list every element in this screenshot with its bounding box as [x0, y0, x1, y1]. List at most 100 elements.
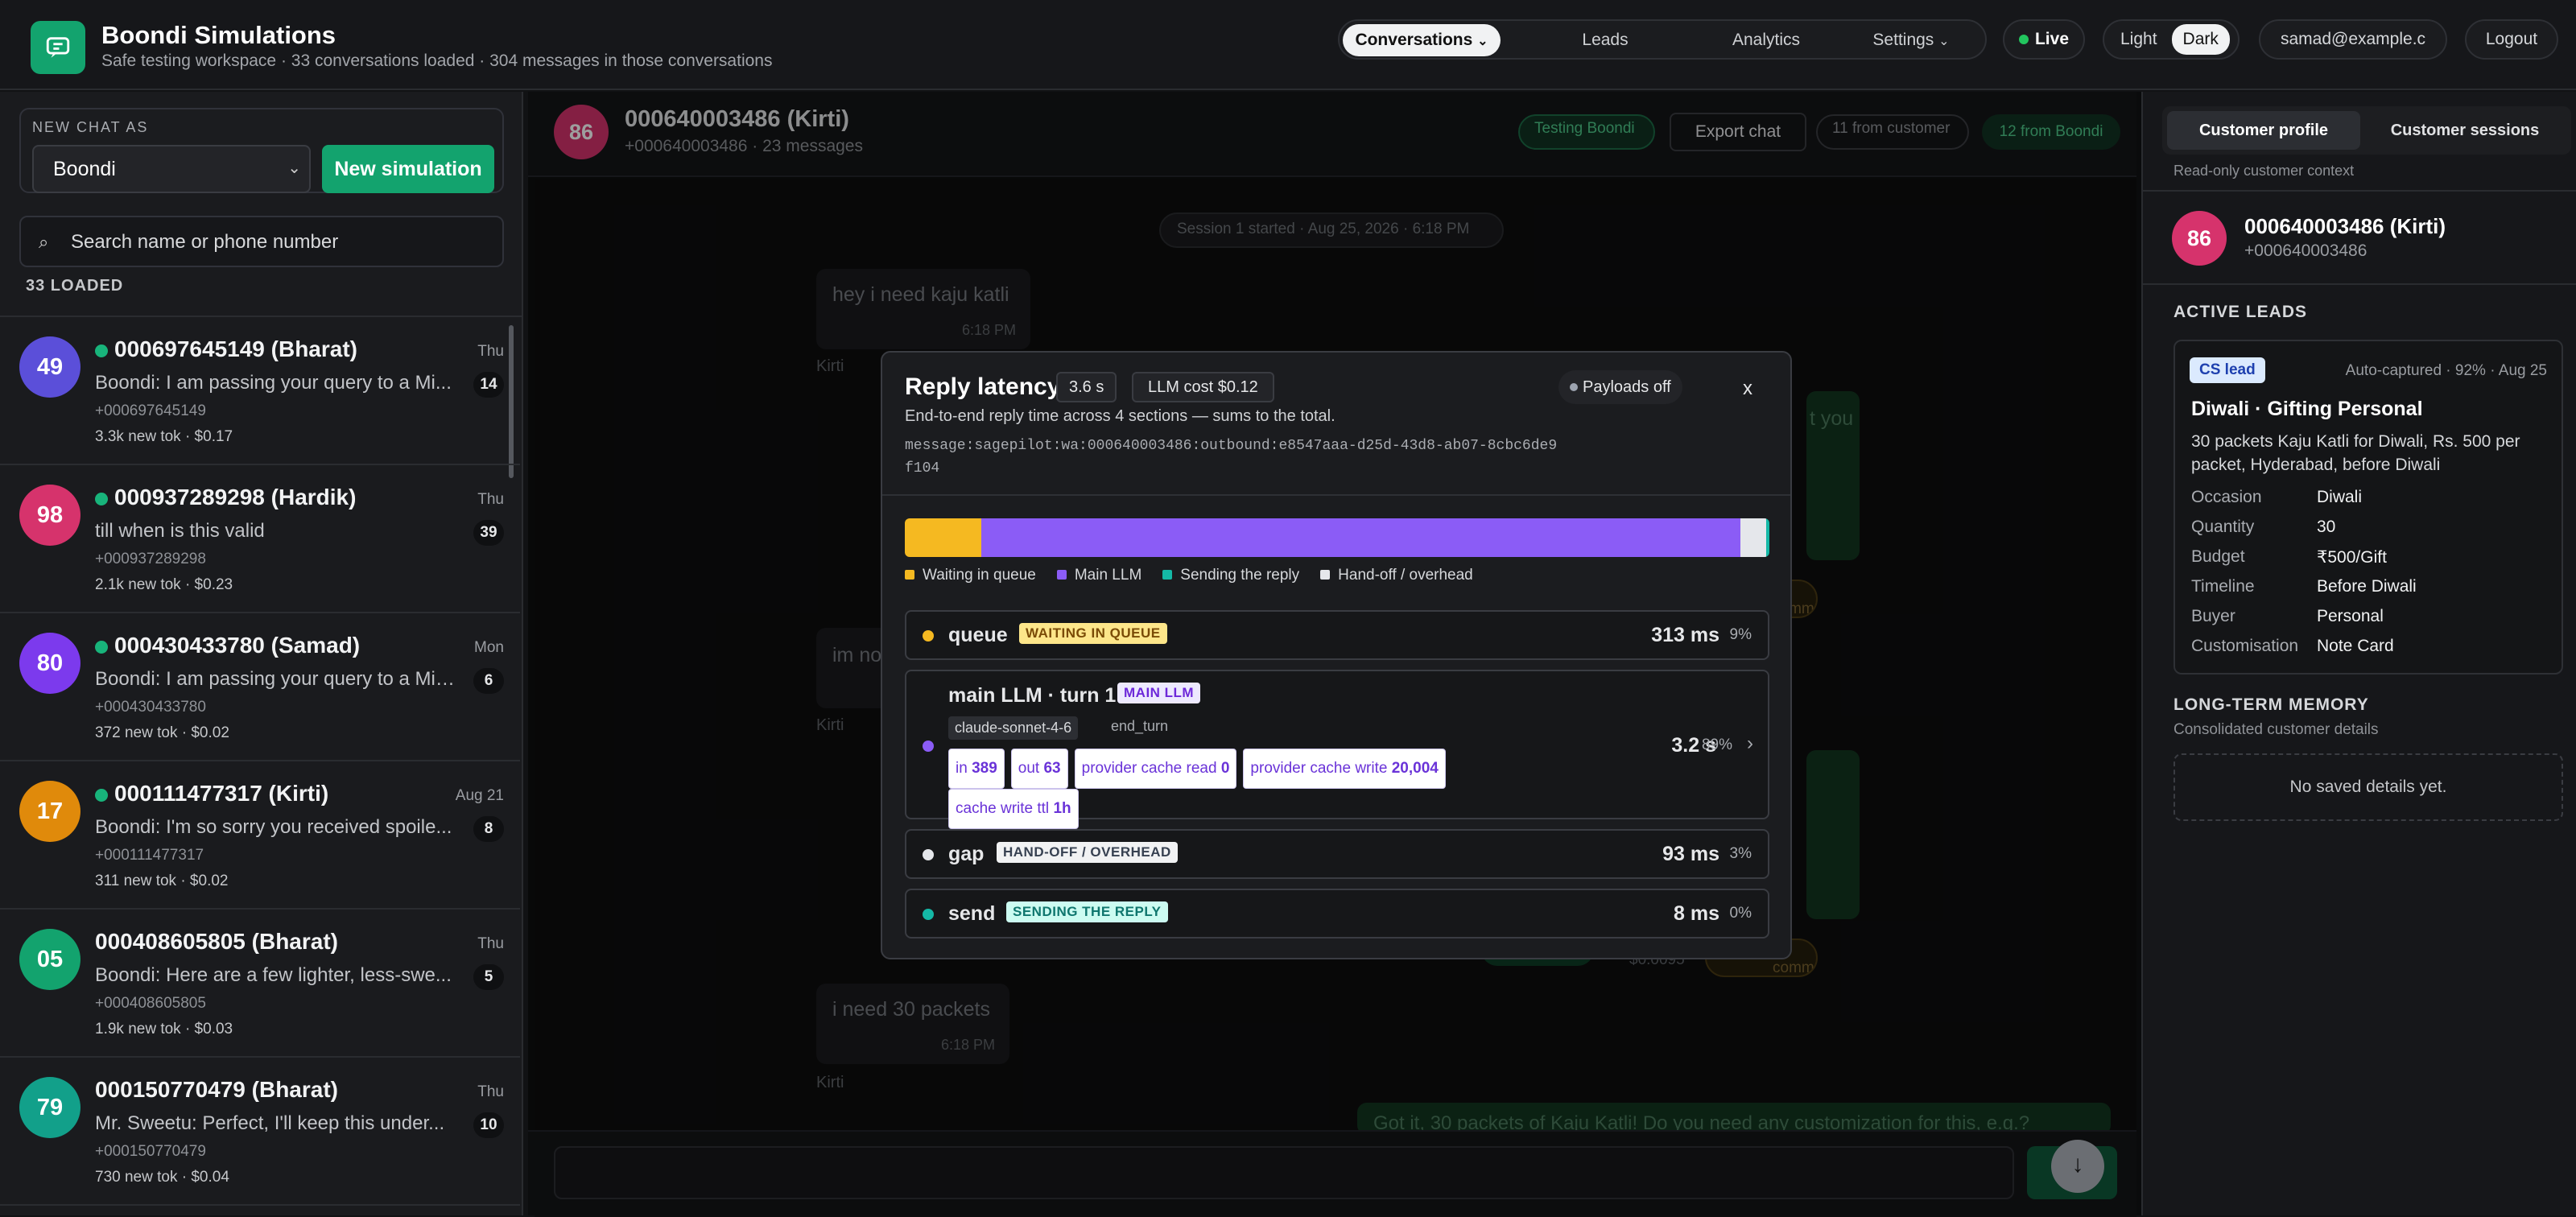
- payloads-label: Payloads off: [1583, 378, 1671, 396]
- row-tag: WAITING IN QUEUE: [1019, 623, 1167, 644]
- conversation-item[interactable]: 49 000697645149 (Bharat) Thu Boondi: I am p…: [0, 317, 520, 465]
- conversation-phone: +000697645149: [95, 402, 206, 419]
- scroll-down-button[interactable]: ↓: [2051, 1140, 2104, 1193]
- legend-label: Waiting in queue: [923, 567, 1036, 584]
- latency-row-main-llm[interactable]: main LLM · turn 1 MAIN LLM claude-sonnet…: [905, 670, 1769, 829]
- send-dot-icon: [923, 909, 934, 920]
- tab-label: Conversations: [1355, 31, 1473, 49]
- search-input[interactable]: Search name or phone number: [71, 231, 338, 254]
- search-box[interactable]: ⌕ Search name or phone number: [19, 216, 504, 267]
- online-dot-icon: [95, 493, 108, 505]
- payloads-toggle[interactable]: Payloads off: [1558, 370, 1682, 404]
- conversation-item[interactable]: 05 000408605805 (Bharat) Thu Boondi: Here a…: [0, 910, 520, 1058]
- chip-label: provider cache write: [1250, 760, 1388, 777]
- conversation-name: 000937289298 (Hardik): [114, 485, 357, 509]
- token-chip: in 389: [948, 749, 1005, 789]
- tab-settings[interactable]: Settings ⌄: [1847, 24, 1975, 56]
- conversation-preview: Boondi: I'm so sorry you received spoile…: [95, 816, 452, 838]
- customer-panel: Customer profile Customer sessions Read-…: [2141, 92, 2576, 1215]
- conversation-phone: +000937289298: [95, 551, 206, 567]
- conversation-preview: Boondi: Here are a few lighter, less-swe…: [95, 964, 452, 986]
- legend-label: Hand-off / overhead: [1338, 567, 1473, 584]
- theme-dark-option[interactable]: Dark: [2171, 24, 2230, 55]
- avatar: 98: [19, 485, 80, 546]
- model-name: claude-sonnet-4-6: [948, 716, 1079, 740]
- tab-customer-sessions[interactable]: Customer sessions: [2368, 111, 2562, 150]
- gap-dot-icon: [923, 849, 934, 860]
- row-percent: 89%: [1701, 736, 1732, 753]
- chevron-down-icon: ⌄: [1938, 35, 1950, 48]
- legend-label: Main LLM: [1074, 567, 1142, 584]
- chevron-right-icon[interactable]: ›: [1747, 732, 1753, 755]
- conversation-item[interactable]: 80 000430433780 (Samad) Mon Boondi: I am pa…: [0, 613, 520, 761]
- lead-title: Diwali · Gifting Personal: [2191, 398, 2423, 420]
- latency-segment: [1740, 518, 1766, 557]
- token-cost: 3.3k new tok · $0.17: [95, 428, 233, 445]
- token-cost: 372 new tok · $0.02: [95, 724, 229, 741]
- live-toggle[interactable]: Live: [2003, 19, 2085, 60]
- latency-row-send[interactable]: send SENDING THE REPLY 8 ms 0%: [905, 889, 1769, 939]
- token-cost: 2.1k new tok · $0.23: [95, 576, 233, 593]
- new-simulation-button[interactable]: New simulation: [322, 145, 494, 193]
- modal-title: Reply latency: [905, 373, 1061, 400]
- stop-reason: end_turn: [1111, 718, 1169, 734]
- row-name: gap: [948, 843, 985, 865]
- conversation-day: Thu: [477, 1083, 504, 1100]
- conversation-item[interactable]: 17 000111477317 (Kirti) Aug 21 Boondi: I'm …: [0, 761, 520, 910]
- legend-label: Sending the reply: [1180, 567, 1300, 584]
- row-name: send: [948, 902, 996, 925]
- persona-select[interactable]: Boondi ⌄: [32, 145, 311, 193]
- row-percent: 0%: [1729, 905, 1752, 922]
- theme-light-option[interactable]: Light: [2120, 30, 2157, 49]
- lead-field-key: Buyer: [2191, 607, 2235, 625]
- latency-row-gap[interactable]: gap HAND-OFF / OVERHEAD 93 ms 3%: [905, 829, 1769, 879]
- row-name: queue: [948, 624, 1008, 646]
- logout-button[interactable]: Logout: [2465, 19, 2558, 60]
- tab-analytics[interactable]: Analytics: [1694, 24, 1839, 56]
- legend-swatch: [905, 570, 914, 580]
- live-label: Live: [2034, 30, 2070, 48]
- top-bar: Boondi Simulations Safe testing workspac…: [0, 0, 2576, 90]
- tab-conversations[interactable]: Conversations ⌄: [1343, 24, 1501, 56]
- unread-count: 10: [473, 1112, 504, 1138]
- modal-description: End-to-end reply time across 4 sections …: [905, 407, 1335, 425]
- token-chips: in 389 out 63 provider cache read 0 provide…: [948, 749, 1560, 829]
- row-value: 93 ms: [1662, 843, 1719, 865]
- conversation-item[interactable]: 98 000937289298 (Hardik) Thu till when is t…: [0, 465, 520, 613]
- conversation-preview: Boondi: I am passing your query to a Mi.…: [95, 372, 452, 394]
- tab-customer-profile[interactable]: Customer profile: [2167, 111, 2360, 150]
- lead-meta: Auto-captured · 92% · Aug 25: [2345, 362, 2547, 379]
- row-value: 313 ms: [1651, 624, 1719, 646]
- tab-leads[interactable]: Leads: [1541, 24, 1670, 56]
- row-tag: SENDING THE REPLY: [1006, 901, 1168, 922]
- conversation-preview: till when is this valid: [95, 520, 265, 542]
- legend-item: Main LLM: [1056, 567, 1142, 584]
- token-chip: provider cache write 20,004: [1243, 749, 1446, 789]
- latency-row-queue[interactable]: queue WAITING IN QUEUE 313 ms 9%: [905, 610, 1769, 660]
- row-tag: MAIN LLM: [1117, 683, 1201, 703]
- lead-field-value: ₹500/Gift: [2317, 548, 2387, 567]
- lead-card[interactable]: CS lead Auto-captured · 92% · Aug 25 Diw…: [2174, 340, 2563, 675]
- conversation-item[interactable]: 79 000150770479 (Bharat) Thu Mr. Sweetu: Pe…: [0, 1058, 520, 1206]
- chip-label: in: [956, 760, 968, 777]
- close-button[interactable]: x: [1729, 372, 1766, 406]
- chat-logo-icon: [46, 37, 70, 58]
- chip-label: cache write ttl: [956, 800, 1050, 817]
- arrow-down-icon: ↓: [2071, 1151, 2084, 1178]
- row-tag: HAND-OFF / OVERHEAD: [997, 842, 1178, 863]
- row-name: main LLM · turn 1: [948, 684, 1117, 707]
- chip-value: 20,004: [1391, 760, 1439, 777]
- llm-cost: LLM cost $0.12: [1132, 372, 1274, 402]
- memory-title: LONG-TERM MEMORY: [2174, 695, 2369, 714]
- lead-field-key: Budget: [2191, 547, 2245, 566]
- profile-phone: +000640003486: [2244, 241, 2368, 260]
- avatar: 49: [19, 336, 80, 398]
- divider: [2143, 283, 2576, 285]
- token-cost: 730 new tok · $0.04: [95, 1169, 229, 1186]
- total-latency: 3.6 s: [1056, 372, 1117, 402]
- unread-count: 14: [473, 372, 504, 398]
- user-email[interactable]: samad@example.c: [2259, 19, 2447, 60]
- conversation-sidebar: NEW CHAT AS Boondi ⌄ New simulation ⌕ Se…: [0, 92, 523, 1215]
- lead-field-key: Timeline: [2191, 577, 2255, 596]
- live-dot-icon: [2018, 35, 2029, 44]
